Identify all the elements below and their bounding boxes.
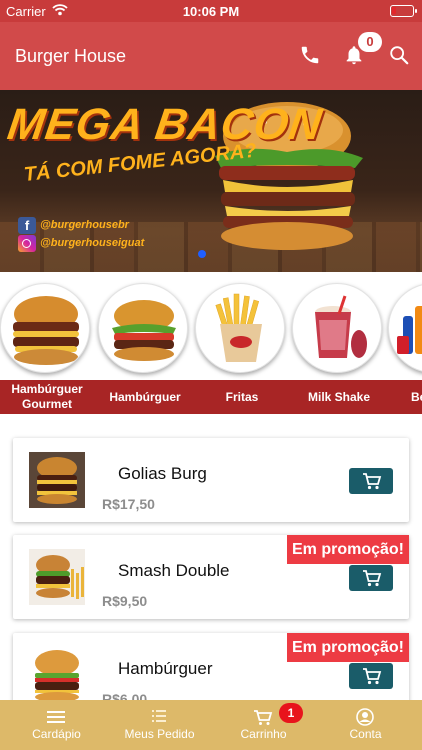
add-to-cart-button[interactable] [349, 565, 393, 591]
category-label-drinks[interactable]: Be [411, 390, 422, 405]
account-icon [356, 708, 374, 726]
drinks-icon [397, 306, 422, 354]
tab-label: Meus Pedido [124, 727, 195, 741]
facebook-handle: f @burgerhousebr [18, 216, 129, 234]
tab-cardapio[interactable]: Cardápio [4, 700, 109, 750]
category-label-hamburger[interactable]: Hambúrguer [95, 390, 195, 405]
product-name: Hambúrguer [118, 659, 213, 678]
battery-icon [390, 5, 417, 17]
promo-badge: Em promoção! [286, 633, 409, 662]
menu-icon [47, 711, 65, 723]
cart-icon [363, 570, 382, 587]
tab-conta[interactable]: Conta [313, 700, 418, 750]
cart-count-badge: 1 [279, 703, 303, 723]
cart-icon [363, 473, 382, 490]
carousel-indicator[interactable] [198, 250, 206, 258]
facebook-handle-text: @burgerhousebr [40, 219, 129, 231]
category-label-gourmet[interactable]: Hambúrguer Gourmet [0, 382, 97, 412]
product-image [29, 647, 85, 703]
tab-label: Carrinho [240, 727, 287, 741]
category-drinks-image[interactable] [388, 283, 422, 373]
add-to-cart-button[interactable] [349, 468, 393, 494]
app-bar: Burger House 0 [0, 22, 422, 90]
product-image [29, 452, 85, 508]
instagram-handle-text: @burgerhouseiguat [40, 237, 145, 249]
category-label-milkshake[interactable]: Milk Shake [289, 390, 389, 405]
phone-icon[interactable] [299, 44, 321, 66]
milkshake-icon [315, 295, 367, 358]
facebook-icon: f [18, 216, 36, 234]
category-hamburger-image[interactable] [98, 283, 188, 373]
burger-photo-icon [29, 647, 85, 703]
status-bar: Carrier 10:06 PM [0, 0, 422, 22]
burger-photo-icon [29, 452, 85, 508]
product-price: R$17,50 [102, 496, 155, 512]
product-name: Golias Burg [118, 464, 207, 483]
app-title: Burger House [15, 46, 127, 66]
tab-label: Conta [349, 727, 382, 741]
clock: 10:06 PM [182, 4, 240, 19]
category-gourmet-image[interactable] [0, 283, 90, 373]
add-to-cart-button[interactable] [349, 663, 393, 689]
category-labels: Hambúrguer Gourmet Hambúrguer Fritas Mil… [0, 380, 422, 414]
bottom-nav: Cardápio Meus Pedido Carrinho 1 Conta [0, 700, 422, 750]
product-name: Smash Double [118, 561, 230, 580]
product-price: R$9,50 [102, 593, 148, 609]
notification-badge: 0 [358, 32, 382, 52]
product-card[interactable]: Smash Double R$9,50 Em promoção! [13, 535, 409, 619]
category-label-fries[interactable]: Fritas [192, 390, 292, 405]
hamburger-icon [112, 300, 176, 361]
gourmet-burger-icon [13, 296, 79, 365]
burger-photo-icon [29, 549, 85, 605]
category-fries-image[interactable] [195, 283, 285, 373]
fries-icon [215, 293, 262, 362]
tab-label: Cardápio [32, 727, 81, 741]
cart-icon [363, 668, 382, 685]
category-carousel[interactable] [0, 272, 422, 380]
product-image [29, 549, 85, 605]
list-icon [152, 710, 166, 722]
promo-badge: Em promoção! [286, 535, 409, 564]
search-icon[interactable] [388, 44, 410, 66]
banner-title: MEGA BACON [4, 100, 326, 149]
promo-banner[interactable]: MEGA BACON TÁ COM FOME AGORA? f @burgerh… [0, 90, 422, 272]
instagram-icon [18, 234, 36, 252]
cart-icon [254, 710, 273, 725]
instagram-handle: @burgerhouseiguat [18, 234, 144, 252]
category-milkshake-image[interactable] [292, 283, 382, 373]
tab-meus-pedidos[interactable]: Meus Pedido [107, 700, 212, 750]
product-card[interactable]: Golias Burg R$17,50 [13, 438, 409, 522]
